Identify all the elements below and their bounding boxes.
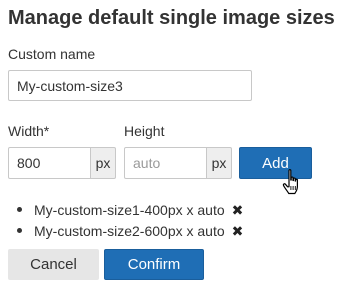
custom-name-label: Custom name: [8, 46, 96, 62]
confirm-button[interactable]: Confirm: [104, 249, 204, 280]
list-item: My-custom-size1-400px x auto ✖: [17, 199, 243, 220]
size-item-label: My-custom-size2-600px x auto: [34, 222, 225, 239]
size-item-label: My-custom-size1-400px x auto: [34, 201, 225, 218]
bullet-icon: [17, 207, 22, 212]
custom-name-input[interactable]: [8, 70, 252, 101]
close-x-icon[interactable]: ✖: [232, 224, 244, 238]
dialog-title: Manage default single image sizes: [8, 7, 335, 29]
width-label: Width*: [8, 123, 50, 139]
hand-pointer-icon: [282, 169, 298, 195]
custom-sizes-list: My-custom-size1-400px x auto ✖ My-custom…: [17, 199, 243, 241]
height-label: Height: [124, 123, 165, 139]
height-input[interactable]: [124, 147, 207, 179]
height-unit-addon: px: [206, 147, 232, 179]
close-x-icon[interactable]: ✖: [232, 203, 244, 217]
width-input[interactable]: [8, 147, 91, 179]
bullet-icon: [17, 228, 22, 233]
manage-image-sizes-dialog: Manage default single image sizes Custom…: [0, 0, 350, 295]
list-item: My-custom-size2-600px x auto ✖: [17, 220, 243, 241]
cancel-button[interactable]: Cancel: [8, 249, 99, 280]
width-unit-addon: px: [90, 147, 116, 179]
